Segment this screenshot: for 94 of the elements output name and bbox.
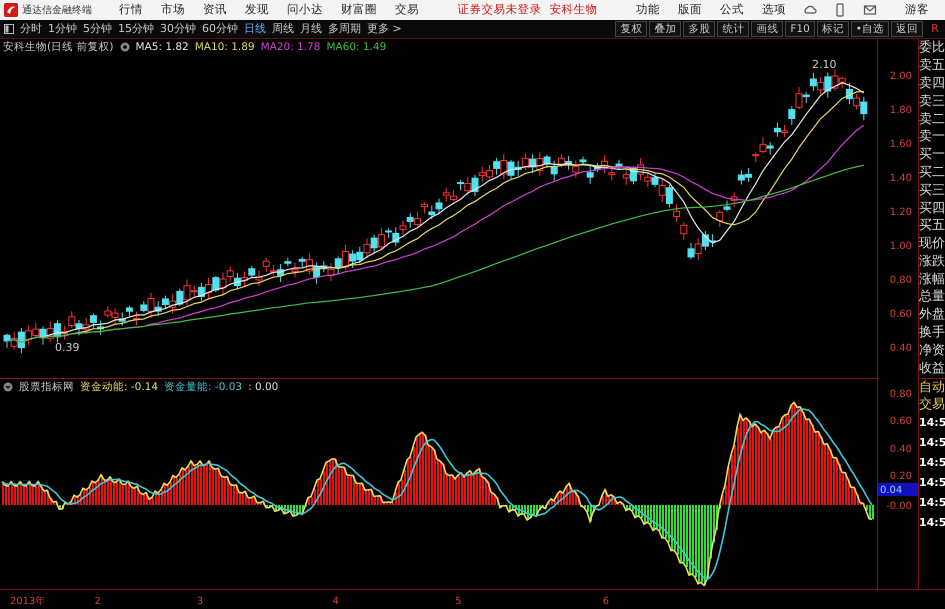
quote-field-label: 卖四 [919,74,945,93]
notice-link[interactable]: 安科生物 [550,2,598,18]
quote-field-label: 卖一 [919,128,945,146]
moving-average-label: MA10: 1.89 [194,40,255,53]
period-tab[interactable]: 分时 [20,21,42,36]
period-tab[interactable]: 30分钟 [160,21,196,36]
indicator-axis-label: 0.80 [890,389,912,400]
menu-item[interactable]: 发现 [245,2,269,18]
more-button[interactable]: 更多 > [367,21,402,36]
quote-field-label: 买一 [919,146,945,164]
trade-label: 自动 [919,379,945,396]
trade-label: 交易 [919,396,945,414]
menu-item[interactable]: 行情 [119,2,143,18]
corner-label: R [930,22,940,36]
period-tab[interactable]: 60分钟 [202,21,238,36]
indicator-value-label: 资金动能: -0.14 [80,380,158,394]
period-tab[interactable]: 15分钟 [118,21,154,36]
menu-item[interactable]: 资讯 [203,2,227,18]
price-axis-label: 0.60 [890,309,912,320]
app-title: 通达信金融终端 [22,4,92,17]
period-tab[interactable]: 月线 [300,21,322,36]
toolbar-button[interactable]: 返回 [891,20,923,37]
quote-field-label: 买三 [919,182,945,200]
quote-field-label: 涨幅 [919,270,945,288]
tool-menu-item[interactable]: 选项 [762,2,786,18]
toolbar-button[interactable]: •自选 [850,20,889,37]
indicator-value-label: 资金量能: -0.03 [164,380,242,394]
moving-average-label: MA60: 1.49 [326,40,386,53]
moving-average-label: MA5: 1.82 [136,40,189,53]
current-value-marker: 0.04 [878,483,918,496]
tool-menu-item[interactable]: 公式 [720,2,744,18]
period-tab[interactable]: 5分钟 [83,21,112,36]
tool-menu-item[interactable]: 版面 [678,2,702,18]
menu-item[interactable]: 财富圈 [341,2,377,18]
toolbar-button[interactable]: 多股 [683,20,716,37]
chart-title: 安科生物(日线 前复权) [3,40,114,54]
menu-item[interactable]: 市场 [161,2,185,18]
indicator-axis-label: 0.60 [890,416,912,428]
price-axis-label: 2.00 [890,71,912,82]
user-label[interactable]: 游客 [905,2,929,18]
date-axis-label: 6 [602,596,609,608]
quote-field-label: 买二 [919,164,945,182]
period-tab[interactable]: 1分钟 [48,21,77,36]
indicator-axis-label: -0.00 [886,501,912,512]
period-tab[interactable]: 周线 [272,21,294,36]
toolbar-button[interactable]: 叠加 [649,20,682,37]
quote-field-label: 外盘 [919,306,945,324]
price-axis-label: 1.00 [890,241,912,252]
panel-toggle-icon[interactable] [4,24,14,34]
low-price-label: 0.39 [55,341,80,354]
price-axis-label: 1.20 [890,207,912,218]
quote-field-label: 卖二 [919,110,945,128]
quote-field-label: 买五 [919,217,945,236]
date-axis-label: 4 [332,596,339,608]
menu-item[interactable]: 问小达 [287,2,323,18]
date-axis-label: 2 [94,596,101,608]
quote-field-label: 买四 [919,200,945,218]
toolbar-button[interactable]: 统计 [717,20,750,37]
mail-icon[interactable] [863,2,877,17]
period-tab[interactable]: 多周期 [328,21,361,36]
chevron-circle-icon[interactable] [3,382,13,392]
quote-field-label: 换手 [919,324,945,342]
settings-icon[interactable] [120,42,130,52]
toolbar-button[interactable]: F10 [785,20,815,37]
logo-icon [4,2,18,17]
date-axis-label: 5 [455,596,462,608]
quote-field-label: 总量 [919,288,945,306]
date-axis-label: 2013年 [10,596,46,608]
quote-field-label: 收益 [919,360,945,378]
high-price-label: 2.10 [812,58,836,72]
indicator-axis-label: 0.20 [890,471,912,482]
quote-field-label: 涨跌 [919,252,945,271]
price-axis-label: 0.80 [890,275,912,286]
toolbar-button[interactable]: 复权 [615,20,648,37]
indicator-axis-label: 0.40 [890,444,912,456]
period-tab[interactable]: 日线 [244,21,266,36]
quote-field-label: 委比 [919,39,945,58]
indicator-value-label: : 0.00 [248,380,278,393]
quote-field-label: 净资 [919,342,945,360]
quote-field-label: 卖三 [919,92,945,111]
price-axis-label: 0.40 [890,343,912,354]
tool-menu-item[interactable]: 功能 [636,2,660,18]
menu-item[interactable]: 交易 [395,2,419,18]
moving-average-label: MA20: 1.78 [260,40,320,53]
indicator-name: 股票指标网 [19,380,74,394]
quote-field-label: 卖五 [919,57,945,75]
date-axis-label: 3 [196,596,204,608]
notice-link[interactable]: 证券交易未登录 [458,2,542,18]
price-axis-label: 1.60 [890,139,912,150]
price-axis-label: 1.40 [890,173,912,184]
toolbar-button[interactable]: 画线 [751,20,784,37]
price-axis-label: 1.80 [890,105,912,116]
quote-field-label: 现价 [919,235,945,253]
toolbar-button[interactable]: 标记 [816,20,849,37]
